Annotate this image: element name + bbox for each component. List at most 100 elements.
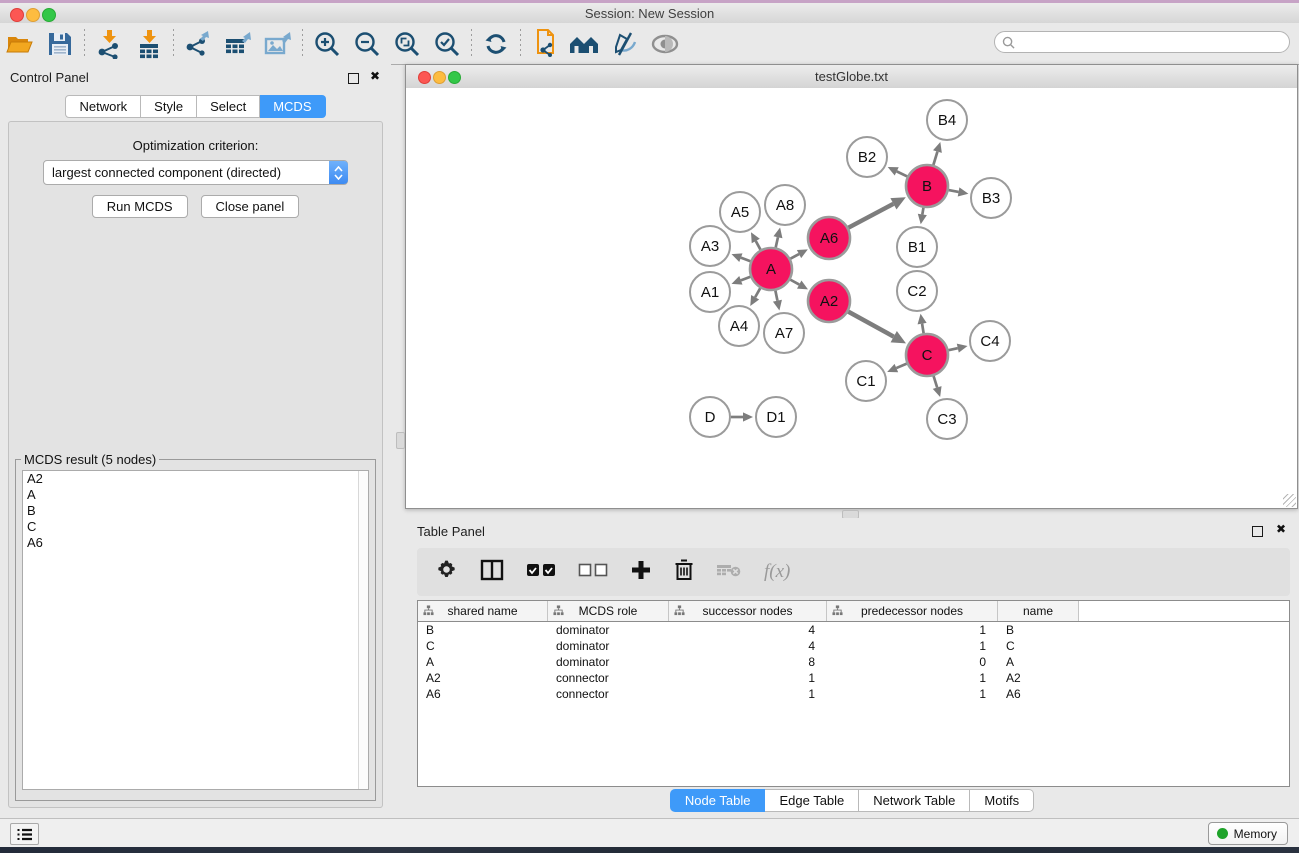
delete-column-button[interactable]	[674, 558, 694, 586]
column-header-MCDS-role[interactable]: MCDS role	[548, 601, 669, 621]
tab-node-table[interactable]: Node Table	[670, 789, 766, 812]
table-cell[interactable]: 8	[669, 654, 827, 670]
save-session-button[interactable]	[40, 27, 80, 61]
import-network-button[interactable]	[89, 27, 129, 61]
table-cell[interactable]: A	[998, 654, 1079, 670]
edge-A6-B[interactable]	[848, 204, 893, 228]
table-cell[interactable]: dominator	[548, 654, 669, 670]
zoom-in-button[interactable]	[307, 27, 347, 61]
network-window-titlebar[interactable]: testGlobe.txt	[406, 65, 1297, 89]
table-row[interactable]: A2connector11A2	[418, 670, 1289, 686]
tab-mcds[interactable]: MCDS	[260, 95, 325, 118]
column-header-predecessor-nodes[interactable]: predecessor nodes	[827, 601, 998, 621]
table-cell[interactable]: 1	[827, 670, 998, 686]
tab-network[interactable]: Network	[65, 95, 141, 118]
table-row[interactable]: Adominator80A	[418, 654, 1289, 670]
table-cell[interactable]: 4	[669, 622, 827, 638]
network-from-selection-button[interactable]	[525, 27, 565, 61]
export-table-button[interactable]	[218, 27, 258, 61]
mcds-result-item[interactable]: B	[23, 503, 368, 519]
edge-A-A5[interactable]	[756, 241, 761, 250]
table-cell[interactable]: C	[418, 638, 548, 654]
table-row[interactable]: Bdominator41B	[418, 622, 1289, 638]
mcds-result-list[interactable]: A2ABCA6	[22, 470, 369, 790]
column-layout-button[interactable]	[480, 559, 504, 586]
run-mcds-button[interactable]: Run MCDS	[92, 195, 188, 218]
memory-button[interactable]: Memory	[1208, 822, 1288, 845]
network-canvas[interactable]: B4B2BB3A5A8A6A3AB1A1A2C2A4A7C4CC1DD1C3	[406, 88, 1297, 508]
table-cell[interactable]: 1	[827, 638, 998, 654]
edge-A-A3[interactable]	[741, 258, 751, 262]
mcds-result-item[interactable]: C	[23, 519, 368, 535]
task-history-button[interactable]	[10, 823, 39, 845]
table-cell[interactable]: dominator	[548, 622, 669, 638]
edge-B-B1[interactable]	[922, 208, 923, 215]
export-network-button[interactable]	[178, 27, 218, 61]
column-header-successor-nodes[interactable]: successor nodes	[669, 601, 827, 621]
table-row[interactable]: A6connector11A6	[418, 686, 1289, 702]
mcds-result-item[interactable]: A	[23, 487, 368, 503]
edge-B-B3[interactable]	[949, 190, 959, 192]
tab-select[interactable]: Select	[197, 95, 260, 118]
edge-A-A6[interactable]	[790, 254, 799, 259]
edge-A-A7[interactable]	[775, 291, 777, 301]
add-column-button[interactable]	[630, 559, 652, 586]
close-panel-icon[interactable]: ✖	[370, 69, 380, 83]
function-builder-button[interactable]: f(x)	[764, 561, 790, 583]
zoom-selected-button[interactable]	[427, 27, 467, 61]
table-cell[interactable]: 1	[669, 686, 827, 702]
edge-A-A1[interactable]	[741, 277, 751, 281]
criterion-dropdown[interactable]: largest connected component (directed)	[43, 160, 348, 185]
table-cell[interactable]: dominator	[548, 638, 669, 654]
tab-style[interactable]: Style	[141, 95, 197, 118]
mcds-result-item[interactable]: A2	[23, 471, 368, 487]
table-cell[interactable]: 4	[669, 638, 827, 654]
table-cell[interactable]: connector	[548, 686, 669, 702]
delete-table-button[interactable]	[716, 562, 742, 583]
float-panel-icon[interactable]	[348, 73, 359, 84]
tab-network-table[interactable]: Network Table	[859, 789, 970, 812]
search-input[interactable]	[1019, 34, 1289, 50]
edge-A2-C[interactable]	[848, 312, 893, 337]
edge-A-A8[interactable]	[776, 237, 778, 247]
hide-annotations-button[interactable]	[605, 27, 645, 61]
column-header-shared-name[interactable]: shared name	[418, 601, 548, 621]
close-table-panel-icon[interactable]: ✖	[1276, 522, 1286, 536]
edge-A-A2[interactable]	[790, 280, 799, 285]
tab-edge-table[interactable]: Edge Table	[765, 789, 859, 812]
table-cell[interactable]: 1	[827, 686, 998, 702]
refresh-button[interactable]	[476, 27, 516, 61]
table-cell[interactable]: B	[418, 622, 548, 638]
show-graphics-button[interactable]	[645, 27, 685, 61]
table-cell[interactable]: A6	[998, 686, 1079, 702]
edge-B-B4[interactable]	[933, 152, 937, 165]
edge-C-C4[interactable]	[948, 348, 957, 350]
settings-gear-button[interactable]	[435, 558, 458, 586]
float-table-panel-icon[interactable]	[1252, 526, 1263, 537]
table-cell[interactable]: A2	[418, 670, 548, 686]
edge-C-C3[interactable]	[934, 376, 938, 388]
table-cell[interactable]: A	[418, 654, 548, 670]
home-button[interactable]	[565, 27, 605, 61]
edge-B-B2[interactable]	[897, 171, 907, 176]
table-cell[interactable]: A6	[418, 686, 548, 702]
import-table-button[interactable]	[129, 27, 169, 61]
table-cell[interactable]: C	[998, 638, 1079, 654]
open-session-button[interactable]	[0, 27, 40, 61]
edge-A-A4[interactable]	[755, 288, 760, 297]
table-cell[interactable]: B	[998, 622, 1079, 638]
table-cell[interactable]: 1	[827, 622, 998, 638]
search-field[interactable]	[994, 31, 1290, 53]
zoom-fit-button[interactable]	[387, 27, 427, 61]
edge-C-C2[interactable]	[922, 324, 924, 334]
window-resize-grip[interactable]	[1283, 494, 1296, 507]
table-cell[interactable]: 0	[827, 654, 998, 670]
deselect-all-checkboxes-button[interactable]	[578, 563, 608, 582]
mcds-list-scrollbar[interactable]	[358, 471, 368, 789]
close-panel-button[interactable]: Close panel	[201, 195, 300, 218]
tab-motifs[interactable]: Motifs	[970, 789, 1034, 812]
zoom-out-button[interactable]	[347, 27, 387, 61]
table-cell[interactable]: 1	[669, 670, 827, 686]
table-cell[interactable]: A2	[998, 670, 1079, 686]
edge-C-C1[interactable]	[896, 364, 906, 368]
